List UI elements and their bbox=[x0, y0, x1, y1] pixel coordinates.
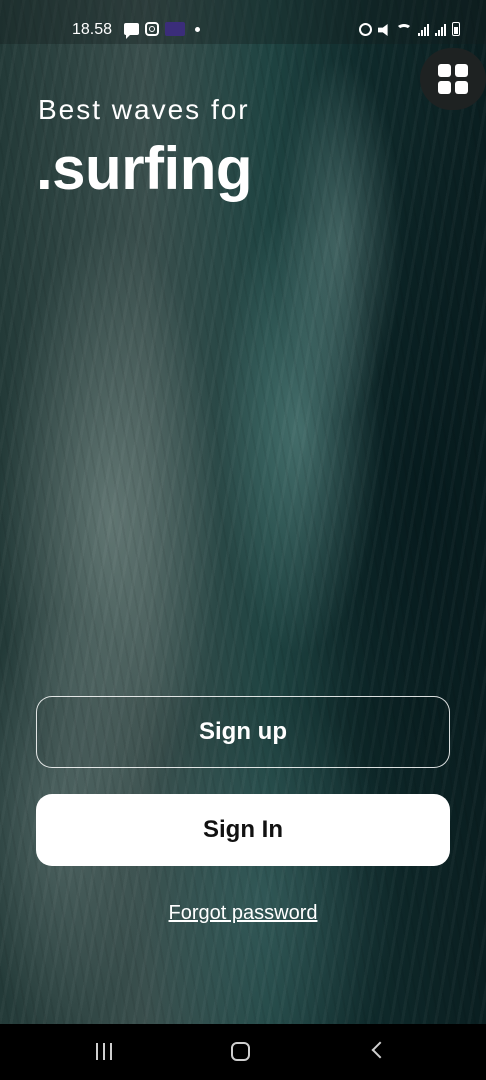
status-time: 18.58 bbox=[72, 21, 113, 38]
mute-icon bbox=[378, 24, 388, 36]
status-bar: 18.58 bbox=[0, 0, 486, 44]
tagline: Best waves for bbox=[38, 94, 250, 125]
surfing-welcome-screen: 18.58 Best waves for .surfing Sign up Si… bbox=[0, 0, 486, 1080]
back-icon[interactable] bbox=[371, 1041, 389, 1059]
forgot-password-link[interactable]: Forgot password bbox=[0, 902, 486, 925]
instagram-icon bbox=[145, 22, 159, 36]
notification-icons bbox=[124, 22, 200, 39]
signal-icon bbox=[435, 24, 446, 36]
battery-icon bbox=[452, 22, 460, 36]
system-nav-bar bbox=[0, 1024, 486, 1080]
brand-title: .surfing bbox=[36, 135, 253, 202]
chat-icon bbox=[124, 23, 139, 39]
sign-up-button[interactable]: Sign up bbox=[36, 696, 450, 768]
signal-icon bbox=[418, 24, 429, 36]
grid-menu-button[interactable] bbox=[420, 48, 486, 110]
system-icons bbox=[359, 22, 460, 36]
alarm-icon bbox=[359, 23, 372, 36]
wifi-icon bbox=[396, 24, 412, 36]
grid-icon bbox=[438, 64, 451, 77]
sign-in-button[interactable]: Sign In bbox=[36, 794, 450, 866]
app-icon bbox=[165, 22, 185, 36]
home-icon[interactable] bbox=[231, 1042, 250, 1061]
dot-icon bbox=[195, 26, 200, 32]
recent-apps-icon[interactable] bbox=[96, 1043, 112, 1060]
